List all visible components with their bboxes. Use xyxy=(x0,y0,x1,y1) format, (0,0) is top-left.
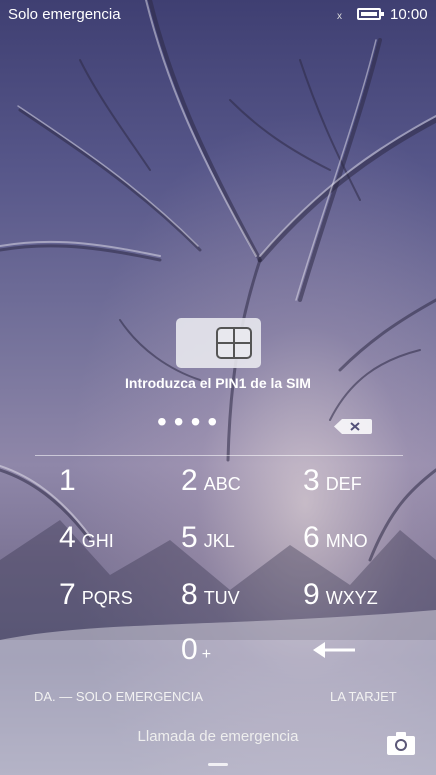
key-digit: 1 xyxy=(59,464,76,497)
divider xyxy=(35,455,403,456)
sim-state-marquee: LA TARJET xyxy=(330,689,397,704)
key-6[interactable]: 6 MNO xyxy=(303,521,368,561)
emergency-call-button[interactable]: Llamada de emergencia xyxy=(0,728,436,745)
backspace-icon[interactable] xyxy=(334,419,372,434)
pin-entry-field[interactable]: •••• xyxy=(157,408,229,436)
home-indicator[interactable] xyxy=(208,763,228,766)
key-digit: 0 xyxy=(181,633,198,666)
key-4[interactable]: 4 GHI xyxy=(59,521,114,561)
key-letters: TUV xyxy=(203,588,240,608)
key-digit: 7 xyxy=(59,578,76,611)
battery-icon xyxy=(357,8,384,20)
key-3[interactable]: 3 DEF xyxy=(303,464,362,504)
sim-pin-prompt: Introduzca el PIN1 de la SIM xyxy=(125,375,311,391)
key-letters: DEF xyxy=(325,474,362,494)
clock: 10:00 xyxy=(390,6,428,23)
key-letters: GHI xyxy=(81,531,114,551)
key-1[interactable]: 1 xyxy=(59,464,76,504)
status-bar: Solo emergencia x 10:00 xyxy=(0,0,436,30)
carrier-label: Solo emergencia xyxy=(8,6,121,23)
key-digit: 3 xyxy=(303,464,320,497)
sim-chip-icon xyxy=(216,327,252,359)
camera-icon[interactable] xyxy=(387,731,415,755)
enter-arrow-icon[interactable] xyxy=(313,640,357,660)
key-letters: MNO xyxy=(325,531,368,551)
sim-card-icon xyxy=(176,318,261,368)
key-letters: WXYZ xyxy=(325,588,378,608)
key-letters: + xyxy=(201,646,212,663)
key-digit: 9 xyxy=(303,578,320,611)
emergency-only-marquee: DA. — SOLO EMERGENCIA xyxy=(34,689,204,704)
key-8[interactable]: 8 TUV xyxy=(181,578,240,618)
key-digit: 5 xyxy=(181,521,198,554)
key-0[interactable]: 0 + xyxy=(181,633,211,673)
key-digit: 4 xyxy=(59,521,76,554)
key-5[interactable]: 5 JKL xyxy=(181,521,235,561)
key-9[interactable]: 9 WXYZ xyxy=(303,578,378,618)
signal-icon: x xyxy=(337,11,342,22)
key-digit: 8 xyxy=(181,578,198,611)
key-letters: ABC xyxy=(203,474,241,494)
key-letters: PQRS xyxy=(81,588,133,608)
key-7[interactable]: 7 PQRS xyxy=(59,578,133,618)
key-digit: 2 xyxy=(181,464,198,497)
key-digit: 6 xyxy=(303,521,320,554)
key-letters: JKL xyxy=(203,531,235,551)
key-2[interactable]: 2 ABC xyxy=(181,464,241,504)
